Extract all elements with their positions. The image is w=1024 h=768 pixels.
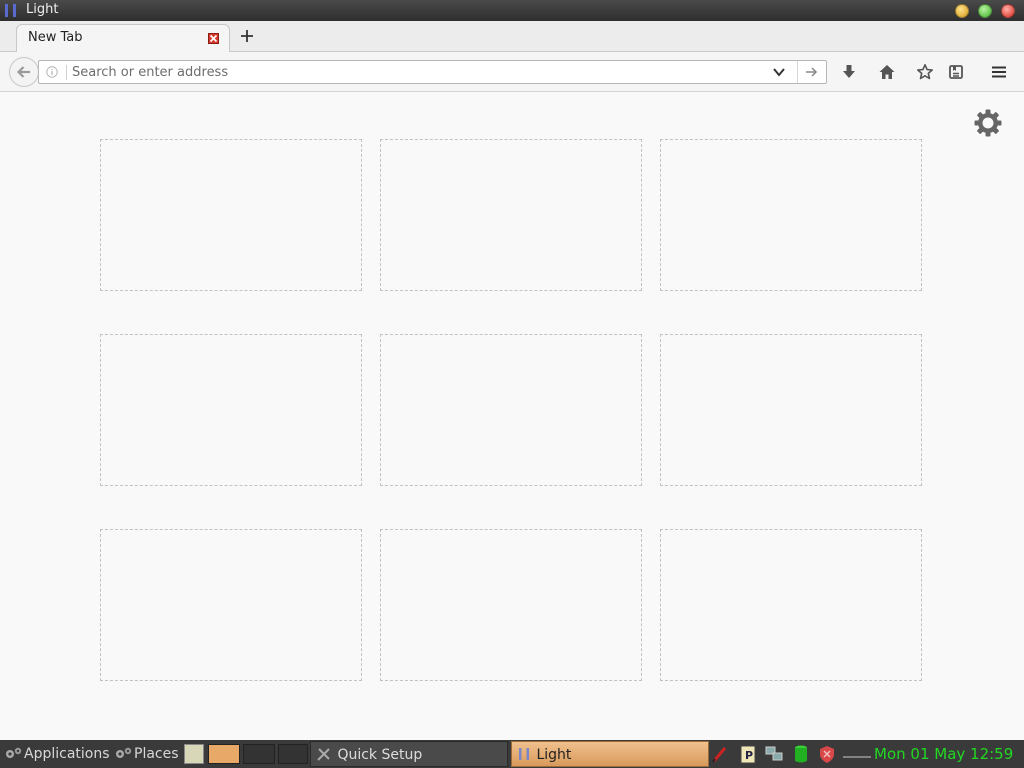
site-tile[interactable] [100, 529, 362, 681]
search-input[interactable] [72, 62, 772, 82]
tab-title: New Tab [28, 30, 83, 45]
site-tile[interactable] [380, 139, 642, 291]
site-tile[interactable] [660, 139, 922, 291]
places-gear-icon [116, 747, 132, 758]
tab-strip: New Tab [0, 21, 1024, 52]
download-icon[interactable] [840, 63, 858, 81]
gear-icon[interactable] [972, 107, 1004, 139]
task-label: Light [536, 747, 572, 763]
shield-icon[interactable] [817, 744, 837, 764]
go-separator [797, 61, 798, 83]
network-icon[interactable] [764, 744, 784, 764]
show-desktop-icon[interactable] [184, 744, 204, 764]
address-bar[interactable] [38, 60, 827, 84]
reading-list-icon[interactable] [947, 63, 965, 81]
applications-label: Applications [24, 746, 110, 762]
navigation-bar [0, 52, 1024, 92]
new-tab-plus-icon[interactable] [238, 27, 256, 45]
info-icon[interactable] [46, 66, 58, 78]
site-tile[interactable] [660, 334, 922, 486]
minimize-button[interactable] [955, 4, 969, 18]
window-titlebar[interactable]: Light [0, 0, 1024, 21]
maximize-button[interactable] [978, 4, 992, 18]
pen-icon[interactable] [710, 744, 730, 764]
task-label: Quick Setup [337, 747, 423, 763]
parcellite-icon[interactable]: P [738, 744, 758, 764]
places-label: Places [134, 746, 179, 762]
urlbar-separator [66, 65, 67, 80]
back-button[interactable] [9, 57, 39, 87]
svg-text:P: P [745, 749, 753, 762]
site-tile[interactable] [100, 139, 362, 291]
go-arrow-icon[interactable] [805, 66, 818, 78]
site-tile[interactable] [380, 529, 642, 681]
applications-gear-icon [6, 747, 22, 758]
site-tile[interactable] [380, 334, 642, 486]
task-light-browser[interactable]: Light [511, 741, 709, 767]
history-dropdown-icon[interactable] [773, 67, 785, 77]
site-tile[interactable] [660, 529, 922, 681]
site-tile[interactable] [100, 334, 362, 486]
window-close-button[interactable] [1001, 4, 1015, 18]
task-quick-setup[interactable]: Quick Setup [310, 741, 508, 767]
workspace-3[interactable] [278, 744, 308, 764]
clock[interactable]: Mon 01 May 12:59 [874, 740, 1013, 768]
applications-menu[interactable]: Applications [4, 740, 110, 768]
window-title: Light [26, 2, 59, 17]
back-arrow-icon [16, 66, 30, 78]
browser-app-icon [5, 4, 16, 17]
cpu-graph-icon [843, 756, 871, 758]
new-tab-page [0, 92, 1024, 740]
taskbar: Applications Places Quick Setup Light P [0, 740, 1024, 768]
browser-task-icon [519, 748, 529, 760]
home-icon[interactable] [878, 63, 896, 81]
tab-close-icon[interactable] [208, 33, 219, 44]
workspace-1[interactable] [208, 744, 240, 764]
workspace-2[interactable] [243, 744, 275, 764]
database-icon[interactable] [791, 744, 811, 764]
tab-new-tab[interactable]: New Tab [16, 24, 230, 52]
bookmark-star-icon[interactable] [916, 63, 934, 81]
hamburger-menu-icon[interactable] [990, 63, 1008, 81]
tools-icon [317, 748, 330, 761]
places-menu[interactable]: Places [114, 740, 179, 768]
